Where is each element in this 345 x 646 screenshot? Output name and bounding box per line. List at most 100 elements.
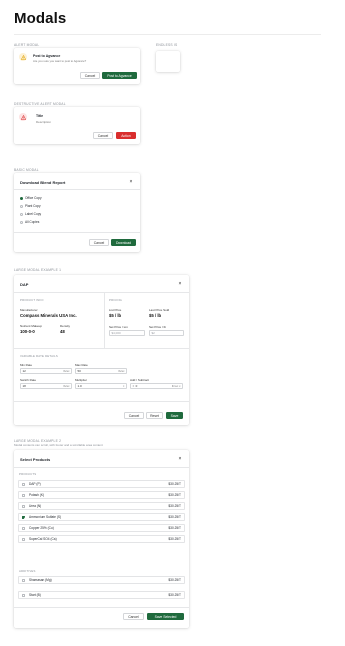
post-to-agvance-button[interactable]: Post to Agvance <box>102 72 137 79</box>
manufacturer-label: Manufacturer <box>20 308 38 312</box>
modal-title: Select Products <box>20 457 51 462</box>
header-divider <box>14 467 189 468</box>
additive-row[interactable]: Start (B) $30.25/T <box>18 591 185 599</box>
column-divider <box>104 292 105 348</box>
checkbox[interactable] <box>22 493 25 497</box>
destructive-title: Title <box>36 114 44 118</box>
radio-checked-icon <box>20 196 23 200</box>
product-info-label: PRODUCT INFO <box>20 298 44 302</box>
pricing-label: PRICING <box>109 298 123 302</box>
density-label: Density <box>60 324 71 328</box>
footer-divider <box>14 401 189 402</box>
manufacturer-value: Compass Minerals USA Inc. <box>20 313 77 318</box>
destructive-modal: Title Description Cancel Action <box>14 107 140 144</box>
cancel-button[interactable]: Cancel <box>89 239 109 246</box>
endless-card <box>156 51 180 72</box>
max-rate-input[interactable]: 50 lb/ac <box>75 368 127 374</box>
product-row[interactable]: DAP (P) $30.25/T <box>18 480 185 488</box>
density-value: 48 <box>60 329 65 334</box>
add-subtract-label: Add / Subtract <box>130 378 150 382</box>
switch-rate-input[interactable]: 18 lb/ac <box>20 383 72 389</box>
list-price-value: $5 / lb <box>109 313 122 318</box>
checkbox[interactable] <box>22 593 25 597</box>
save-selected-button[interactable]: Save Selected <box>147 613 184 620</box>
alert-title: Post to Agvance <box>33 54 61 58</box>
large-modal-1-section-label: LARGE MODAL EXAMPLE 1 <box>14 268 62 272</box>
destructive-modal-section-label: DESTRUCTIVE ALERT MODAL <box>14 102 66 106</box>
product-row[interactable]: Urea (N) $30.25/T <box>18 502 185 510</box>
cancel-button[interactable]: Cancel <box>123 613 144 620</box>
download-button[interactable]: Download <box>111 239 136 246</box>
plus-minus-icon: ± <box>132 384 135 388</box>
page-title: Modals <box>14 10 67 27</box>
products-group-label: PRODUCTS <box>19 472 37 476</box>
set-price-lb-input[interactable]: $2 <box>149 330 184 336</box>
modal-title: DAP <box>20 282 29 287</box>
additive-row[interactable]: Shamasan (Mg) $30.25/T <box>18 576 185 584</box>
alert-modal: Post to Agvance Are you sure you want to… <box>14 48 140 84</box>
product-row[interactable]: SuperCal SO4 (Ca) $30.25/T <box>18 535 185 543</box>
multiplier-input[interactable]: 1.0 × <box>75 383 127 389</box>
variable-rate-label: VARIABLE RATE DETAILS <box>20 354 58 358</box>
multiplier-label: Multiplier <box>75 378 88 382</box>
analysis-value: 100-0-0 <box>20 329 35 334</box>
action-button[interactable]: Action <box>116 132 136 139</box>
checkbox[interactable] <box>22 537 25 541</box>
radio-icon <box>20 204 23 208</box>
large-modal-1: DAP × PRODUCT INFO PRICING Manufacturer … <box>14 275 189 425</box>
list-price-label: List Price <box>109 308 122 312</box>
switch-rate-label: Switch Rate <box>20 378 37 382</box>
save-button[interactable]: Save <box>166 412 183 419</box>
radio-icon <box>20 220 23 224</box>
min-rate-input[interactable]: 12 lb/ac <box>20 368 72 374</box>
large-modal-2-section-sub: Modal contents can scroll, with footer a… <box>14 443 103 447</box>
footer-divider <box>14 232 140 233</box>
additives-group-label: ADDITIVES <box>19 569 36 573</box>
product-row[interactable]: Ammonium Sulfate (S) $30.25/T <box>18 513 185 521</box>
basic-modal: Download Blend Report × Office Copy Plan… <box>14 173 140 252</box>
multiply-icon: × <box>122 384 125 388</box>
close-icon[interactable]: × <box>177 281 183 287</box>
header-divider <box>14 189 140 190</box>
alert-modal-section-label: ALERT MODAL <box>14 43 40 47</box>
set-price-ton-input[interactable]: $4,000 <box>109 330 145 336</box>
chevron-down-icon: ▾ <box>179 384 181 388</box>
last-price-value: $5 / lb <box>149 313 162 318</box>
checkbox-checked[interactable] <box>22 515 25 519</box>
title-divider <box>14 34 321 35</box>
endless-section-label: ENDLESS IS <box>156 43 178 47</box>
radio-option-plant-copy[interactable]: Plant Copy <box>20 204 41 208</box>
add-subtract-input[interactable]: ±0 lb/ac ▾ <box>130 383 183 389</box>
cancel-button[interactable]: Cancel <box>93 132 113 139</box>
warning-icon <box>19 53 27 61</box>
reset-button[interactable]: Reset <box>146 412 163 419</box>
analysis-label: Nutrient Makeup <box>20 324 43 328</box>
set-price-lb-label: Set Price / lb <box>149 325 167 329</box>
radio-option-label-copy[interactable]: Label Copy <box>20 212 41 216</box>
checkbox[interactable] <box>22 482 25 486</box>
set-price-ton-label: Set Price / ton <box>109 325 128 329</box>
max-rate-label: Max Rate <box>75 363 88 367</box>
alert-message: Are you sure you want to post to Agvance… <box>33 59 87 63</box>
close-icon[interactable]: × <box>128 179 134 185</box>
checkbox[interactable] <box>22 504 25 508</box>
last-price-label: Last Price Sold <box>149 308 170 312</box>
radio-icon <box>20 212 23 216</box>
product-row[interactable]: Copper 25% (Cu) $30.25/T <box>18 524 185 532</box>
min-rate-label: Min Rate <box>20 363 33 367</box>
basic-modal-section-label: BASIC MODAL <box>14 168 39 172</box>
section-divider <box>14 348 189 349</box>
cancel-button[interactable]: Cancel <box>80 72 100 79</box>
radio-option-office-copy[interactable]: Office Copy <box>20 196 42 200</box>
checkbox[interactable] <box>22 578 25 582</box>
destructive-description: Description <box>36 120 52 124</box>
footer-divider <box>14 607 189 608</box>
cancel-button[interactable]: Cancel <box>124 412 144 419</box>
checkbox[interactable] <box>22 526 25 530</box>
radio-option-all-copies[interactable]: All Copies <box>20 220 39 224</box>
close-icon[interactable]: × <box>177 456 183 462</box>
product-row[interactable]: Potash (K) $30.25/T <box>18 491 185 499</box>
alert-triangle-icon <box>19 113 27 121</box>
large-modal-2: Select Products × PRODUCTS DAP (P) $30.25… <box>14 450 189 628</box>
modal-title: Download Blend Report <box>20 180 66 185</box>
